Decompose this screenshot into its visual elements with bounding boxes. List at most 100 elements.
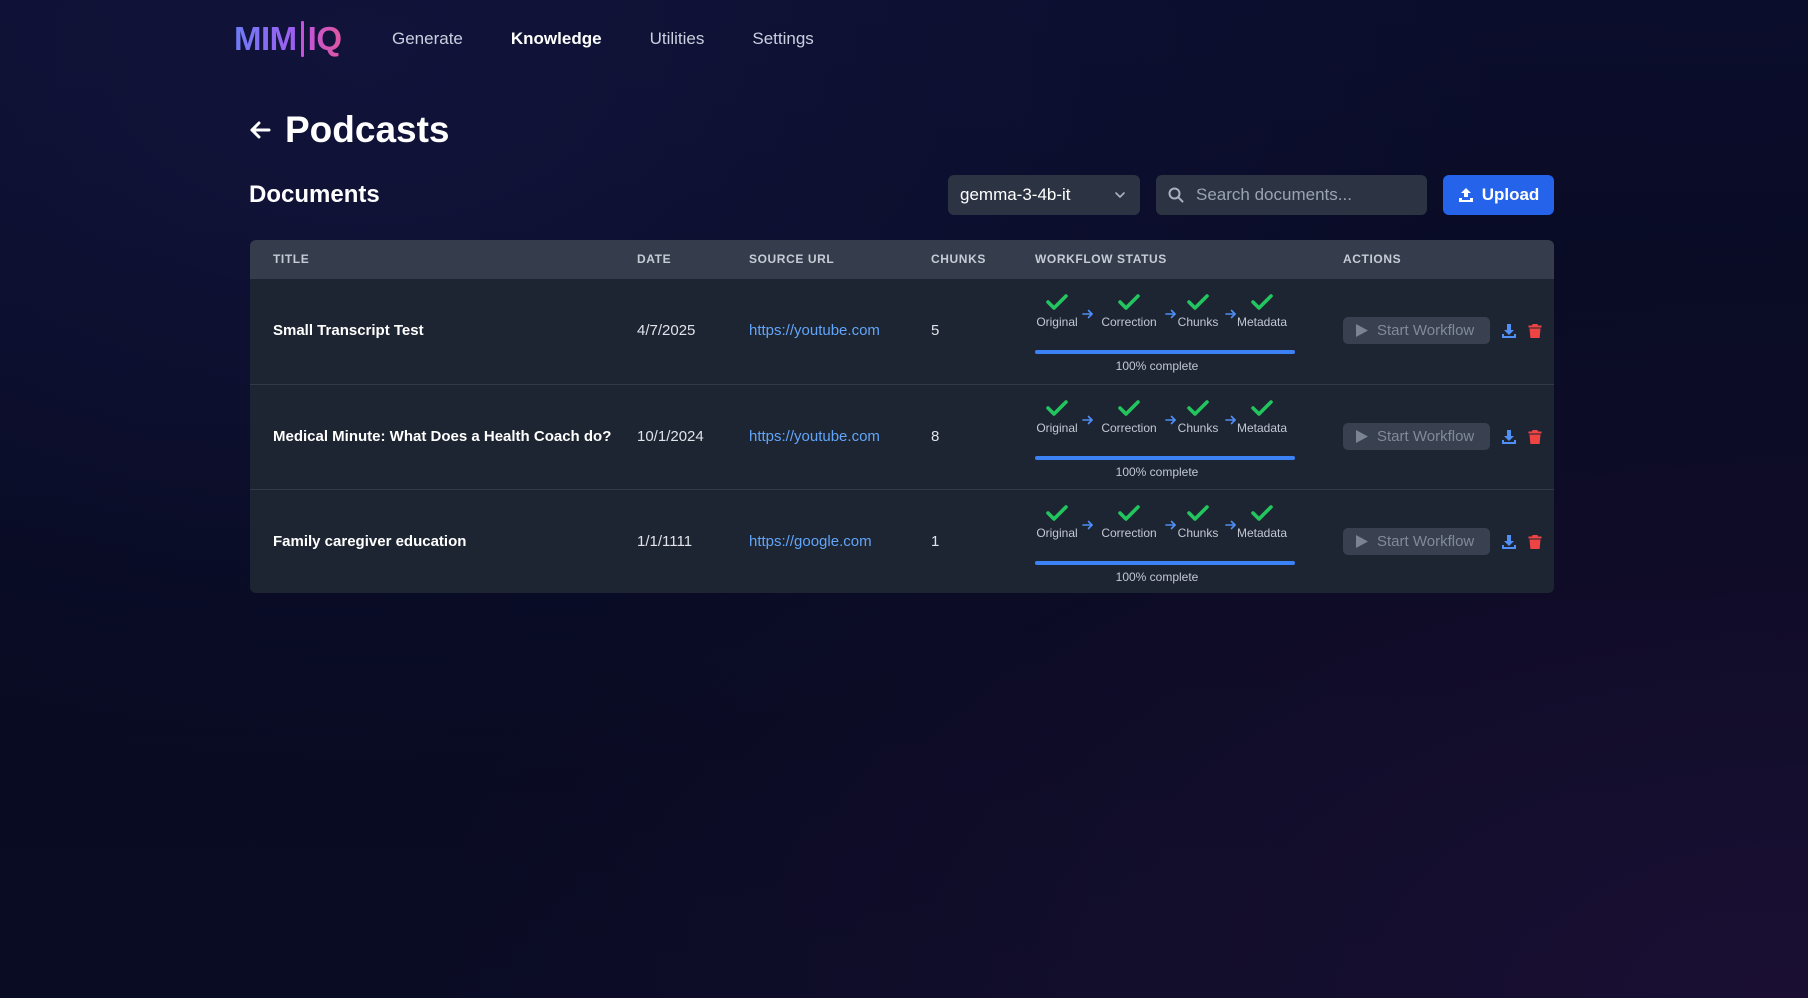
- check-icon: [1251, 294, 1273, 310]
- nav-item-knowledge[interactable]: Knowledge: [511, 28, 602, 50]
- workflow-step-label: Metadata: [1236, 421, 1288, 435]
- start-workflow-label: Start Workflow: [1377, 428, 1475, 445]
- upload-icon: [1458, 188, 1473, 202]
- source-url-link[interactable]: https://youtube.com: [749, 322, 880, 340]
- check-icon: [1118, 400, 1140, 416]
- workflow-progress-text: 100% complete: [1115, 570, 1199, 584]
- arrow-right-icon: [1082, 309, 1093, 319]
- search-input[interactable]: [1196, 185, 1416, 205]
- check-icon: [1046, 400, 1068, 416]
- workflow-step-label: Original: [1036, 526, 1078, 540]
- start-workflow-label: Start Workflow: [1377, 533, 1475, 550]
- workflow-step: Original: [1035, 293, 1079, 329]
- column-header-source-url[interactable]: SOURCE URL: [749, 252, 834, 266]
- nav-item-utilities[interactable]: Utilities: [650, 28, 705, 50]
- check-icon: [1187, 294, 1209, 310]
- arrow-right-icon: [1082, 415, 1093, 425]
- document-title[interactable]: Medical Minute: What Does a Health Coach…: [273, 428, 611, 446]
- workflow-step-label: Correction: [1101, 526, 1157, 540]
- search-box: [1156, 175, 1427, 215]
- chunk-count: 5: [931, 322, 940, 339]
- start-workflow-button[interactable]: Start Workflow: [1343, 423, 1490, 450]
- workflow-progress-bar: [1035, 350, 1295, 354]
- column-header-workflow-status: WORKFLOW STATUS: [1035, 252, 1167, 266]
- workflow-step: Chunks: [1175, 293, 1221, 329]
- check-icon: [1187, 505, 1209, 521]
- workflow-step: Chunks: [1175, 504, 1221, 540]
- workflow-progress-text: 100% complete: [1115, 359, 1199, 373]
- workflow-step: Correction: [1095, 399, 1163, 435]
- table-body: Small Transcript Test 4/7/2025 https://you…: [250, 279, 1554, 593]
- workflow-progress-text: 100% complete: [1115, 465, 1199, 479]
- download-icon[interactable]: [1501, 323, 1517, 339]
- workflow-step-label: Metadata: [1236, 315, 1288, 329]
- chunk-count: 8: [931, 428, 940, 445]
- workflow-step: Chunks: [1175, 399, 1221, 435]
- source-url-link[interactable]: https://youtube.com: [749, 428, 880, 446]
- logo-text-left: MIM: [234, 16, 297, 62]
- nav-item-settings[interactable]: Settings: [752, 28, 813, 50]
- workflow-step-label: Correction: [1101, 315, 1157, 329]
- play-icon: [1356, 324, 1368, 337]
- workflow-step-label: Original: [1036, 421, 1078, 435]
- document-date: 4/7/2025: [637, 322, 696, 339]
- workflow-step: Metadata: [1235, 504, 1289, 540]
- workflow-step-label: Chunks: [1177, 315, 1219, 329]
- document-date: 10/1/2024: [637, 428, 704, 445]
- play-icon: [1356, 430, 1368, 443]
- workflow-status: Original Correction Chunks Metadata 100%…: [1035, 399, 1295, 479]
- workflow-step: Metadata: [1235, 293, 1289, 329]
- document-title[interactable]: Family caregiver education: [273, 533, 466, 551]
- column-header-actions: ACTIONS: [1343, 252, 1402, 266]
- workflow-step: Metadata: [1235, 399, 1289, 435]
- workflow-status: Original Correction Chunks Metadata 100%…: [1035, 293, 1295, 373]
- start-workflow-button[interactable]: Start Workflow: [1343, 528, 1490, 555]
- download-icon[interactable]: [1501, 534, 1517, 550]
- document-title[interactable]: Small Transcript Test: [273, 322, 424, 340]
- upload-button[interactable]: Upload: [1443, 175, 1554, 215]
- workflow-progress-bar: [1035, 456, 1295, 460]
- table-header: TITLE DATE SOURCE URL CHUNKS WORKFLOW ST…: [250, 240, 1554, 279]
- workflow-step: Correction: [1095, 504, 1163, 540]
- start-workflow-button[interactable]: Start Workflow: [1343, 317, 1490, 344]
- trash-icon[interactable]: [1528, 429, 1542, 445]
- workflow-step-label: Metadata: [1236, 526, 1288, 540]
- workflow-progress-fill: [1035, 561, 1295, 565]
- nav-item-generate[interactable]: Generate: [392, 28, 463, 50]
- workflow-step: Correction: [1095, 293, 1163, 329]
- source-url-link[interactable]: https://google.com: [749, 533, 872, 551]
- column-header-chunks[interactable]: CHUNKS: [931, 252, 986, 266]
- trash-icon[interactable]: [1528, 534, 1542, 550]
- table-row: Small Transcript Test 4/7/2025 https://you…: [250, 279, 1554, 384]
- start-workflow-label: Start Workflow: [1377, 322, 1475, 339]
- chunk-count: 1: [931, 533, 940, 550]
- arrow-left-icon[interactable]: [248, 118, 272, 142]
- workflow-progress-fill: [1035, 456, 1295, 460]
- chevron-down-icon: [1115, 192, 1125, 198]
- model-select-value: gemma-3-4b-it: [960, 185, 1071, 204]
- page-title: Podcasts: [285, 109, 450, 150]
- workflow-step-label: Correction: [1101, 421, 1157, 435]
- model-select[interactable]: gemma-3-4b-it: [948, 175, 1140, 215]
- search-icon: [1168, 187, 1184, 203]
- workflow-step-label: Chunks: [1177, 421, 1219, 435]
- column-header-date[interactable]: DATE: [637, 252, 671, 266]
- nav-links: Generate Knowledge Utilities Settings: [392, 28, 862, 50]
- workflow-status: Original Correction Chunks Metadata 100%…: [1035, 504, 1295, 584]
- check-icon: [1046, 294, 1068, 310]
- trash-icon[interactable]: [1528, 323, 1542, 339]
- app-logo[interactable]: MIM IQ: [234, 16, 342, 62]
- workflow-progress-bar: [1035, 561, 1295, 565]
- logo-text-right: IQ: [308, 16, 342, 62]
- check-icon: [1118, 294, 1140, 310]
- logo-divider: [300, 21, 304, 57]
- play-icon: [1356, 535, 1368, 548]
- workflow-step: Original: [1035, 399, 1079, 435]
- top-nav: MIM IQ Generate Knowledge Utilities Sett…: [0, 0, 1808, 80]
- workflow-step: Original: [1035, 504, 1079, 540]
- download-icon[interactable]: [1501, 429, 1517, 445]
- column-header-title[interactable]: TITLE: [273, 252, 309, 266]
- check-icon: [1046, 505, 1068, 521]
- section-title: Documents: [249, 181, 380, 208]
- check-icon: [1187, 400, 1209, 416]
